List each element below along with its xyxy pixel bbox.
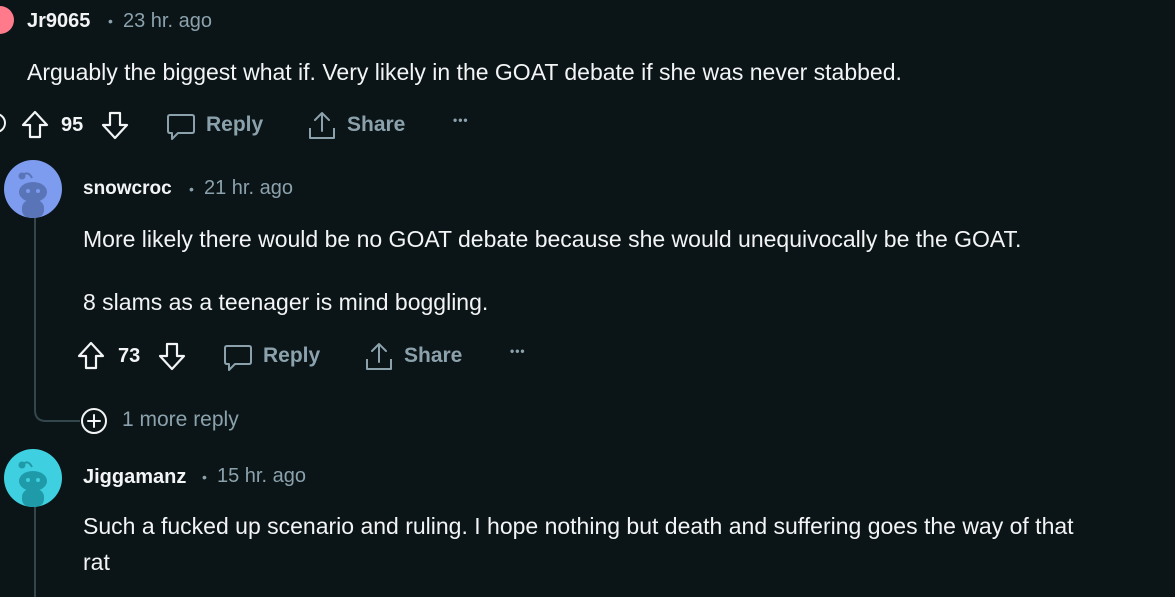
share-icon[interactable]: [307, 110, 337, 142]
comment-body: 8 slams as a teenager is mind boggling.: [83, 289, 489, 315]
comment-body: rat: [83, 549, 110, 575]
snoo-robot-icon: [18, 172, 47, 218]
meta-separator: •: [108, 13, 113, 29]
meta-separator: •: [202, 469, 207, 485]
upvote-icon[interactable]: [77, 341, 105, 371]
thread-line-jiggamanz: [34, 507, 36, 597]
vote-score: 95: [61, 114, 84, 136]
comment-body: Arguably the biggest what if. Very likel…: [27, 59, 902, 85]
share-button[interactable]: Share: [404, 344, 462, 368]
downvote-icon[interactable]: [158, 341, 186, 371]
plus-circle-icon[interactable]: [80, 407, 108, 435]
thread-connector-curve: [34, 400, 80, 422]
comment-timestamp[interactable]: 21 hr. ago: [204, 177, 293, 200]
comment-username[interactable]: Jiggamanz: [83, 466, 186, 489]
avatar[interactable]: [4, 160, 62, 218]
avatar[interactable]: [4, 449, 62, 507]
share-icon[interactable]: [364, 341, 394, 373]
comment-username[interactable]: Jr9065: [27, 10, 90, 33]
comment-username[interactable]: snowcroc: [83, 178, 172, 200]
reply-button[interactable]: Reply: [263, 344, 320, 368]
share-button[interactable]: Share: [347, 113, 405, 137]
collapse-toggle[interactable]: [0, 113, 6, 133]
comment-timestamp[interactable]: 23 hr. ago: [123, 10, 212, 33]
meta-separator: •: [189, 181, 194, 197]
overflow-menu-button[interactable]: •••: [453, 113, 469, 127]
reply-icon[interactable]: [223, 343, 253, 373]
more-replies-link[interactable]: 1 more reply: [122, 408, 239, 432]
vote-score: 73: [118, 345, 141, 367]
snoo-robot-icon: [18, 461, 47, 507]
overflow-menu-button[interactable]: •••: [510, 344, 526, 358]
reply-button[interactable]: Reply: [206, 113, 263, 137]
comment-body: More likely there would be no GOAT debat…: [83, 226, 1022, 252]
avatar[interactable]: [0, 6, 14, 34]
downvote-icon[interactable]: [101, 110, 129, 140]
comment-body: Such a fucked up scenario and ruling. I …: [83, 513, 1074, 539]
reply-icon[interactable]: [166, 112, 196, 142]
upvote-icon[interactable]: [21, 110, 49, 140]
comment-timestamp[interactable]: 15 hr. ago: [217, 465, 306, 488]
thread-line-snowcroc: [34, 218, 36, 404]
